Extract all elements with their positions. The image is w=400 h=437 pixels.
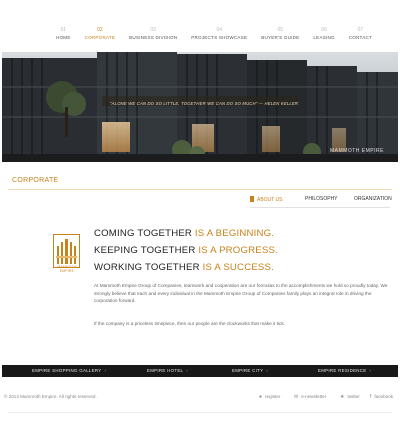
nav-number: 06 bbox=[321, 27, 327, 33]
footer-link-hotel[interactable]: EMPIRE HOTEL › bbox=[147, 368, 188, 373]
headline-main: WORKING TOGETHER bbox=[94, 262, 200, 273]
nav-label: BUSINESS DIVISION bbox=[129, 35, 178, 40]
bottom-divider bbox=[8, 412, 392, 413]
subnav-label: ORGANIZATION bbox=[354, 196, 392, 202]
register-label: register bbox=[265, 394, 281, 399]
nav-label: HOME bbox=[56, 35, 71, 40]
hero-building-image bbox=[2, 52, 398, 162]
logo-line-2: EMPIRE bbox=[59, 269, 75, 273]
nav-item-home[interactable]: 01 HOME bbox=[56, 27, 71, 42]
subnav-philosophy[interactable]: PHILOSOPHY bbox=[305, 196, 338, 202]
main-nav: 01 HOME 02 CORPORATE 03 BUSINESS DIVISIO… bbox=[0, 0, 400, 52]
nav-item-projects-showcase[interactable]: 04 PROJECTS SHOWCASE bbox=[191, 27, 247, 42]
nav-label: BUYER'S GUIDE bbox=[261, 35, 300, 40]
footer-link-city[interactable]: EMPIRE CITY › bbox=[232, 368, 268, 373]
footer-link-residence[interactable]: EMPIRE RESIDENCE › bbox=[318, 368, 371, 373]
chevron-right-icon: › bbox=[369, 368, 372, 373]
headline-3: WORKING TOGETHER IS A SUCCESS. bbox=[94, 262, 274, 273]
nav-label: PROJECTS SHOWCASE bbox=[191, 35, 248, 40]
headline-tail: IS A BEGINNING. bbox=[192, 228, 275, 239]
chevron-right-icon: › bbox=[266, 368, 269, 373]
nav-item-buyers-guide[interactable]: 05 BUYER'S GUIDE bbox=[261, 27, 299, 42]
register-link[interactable]: ● register bbox=[259, 394, 280, 400]
body-paragraph-2: If the company is a priceless timepiece,… bbox=[94, 321, 285, 326]
hero-quote: "ALONE WE CAN DO SO LITTLE, TOGETHER WE … bbox=[110, 101, 299, 106]
nav-item-corporate[interactable]: 02 CORPORATE bbox=[85, 27, 116, 42]
nav-number: 07 bbox=[357, 27, 364, 33]
nav-number: 01 bbox=[60, 27, 67, 33]
nav-label: LEASING bbox=[313, 35, 335, 40]
headline-2: KEEPING TOGETHER IS A PROGRESS. bbox=[94, 245, 278, 256]
subnav-label: ABOUT US bbox=[257, 197, 283, 203]
subnav-divider bbox=[250, 207, 390, 208]
facebook-icon: f bbox=[370, 394, 372, 400]
headline-main: KEEPING TOGETHER bbox=[94, 245, 196, 256]
nav-label: CORPORATE bbox=[84, 35, 116, 40]
footer-link-label: EMPIRE CITY bbox=[232, 368, 264, 373]
twitter-label: twitter bbox=[347, 394, 360, 399]
envelope-icon: ✉ bbox=[294, 394, 299, 400]
nav-number: 05 bbox=[277, 27, 284, 33]
hero-brand-mark: MAMMOTH EMPIRE bbox=[330, 148, 384, 154]
chevron-right-icon: › bbox=[186, 368, 189, 373]
subnav-label: PHILOSOPHY bbox=[305, 196, 338, 202]
nav-number: 02 bbox=[97, 27, 103, 33]
chevron-right-icon: › bbox=[104, 368, 107, 373]
nav-item-leasing[interactable]: 06 LEASING bbox=[313, 27, 334, 42]
footer-link-label: EMPIRE RESIDENCE bbox=[318, 368, 367, 373]
nav-number: 03 bbox=[150, 27, 156, 33]
user-icon: ● bbox=[259, 394, 263, 400]
footer-link-label: EMPIRE HOTEL bbox=[147, 368, 184, 373]
facebook-label: facebook bbox=[374, 394, 394, 399]
subnav-organization[interactable]: ORGANIZATION bbox=[354, 196, 392, 202]
headline-tail: IS A SUCCESS. bbox=[199, 262, 274, 273]
section-divider bbox=[8, 189, 392, 190]
twitter-link[interactable]: ★ twitter bbox=[340, 394, 360, 400]
page-title: CORPORATE bbox=[12, 177, 59, 184]
headline-tail: IS A PROGRESS. bbox=[195, 245, 278, 256]
copyright: © 2013 Mammoth Empire. All rights reserv… bbox=[4, 394, 97, 399]
nav-number: 04 bbox=[216, 27, 222, 33]
nav-item-business-division[interactable]: 03 BUSINESS DIVISION bbox=[129, 27, 177, 42]
body-paragraph-1: At Mammoth Empire Group of Companies, te… bbox=[94, 283, 388, 303]
footer-link-shopping-gallery[interactable]: EMPIRE SHOPPING GALLERY › bbox=[32, 368, 106, 373]
active-marker-icon bbox=[250, 196, 254, 202]
enewsletter-link[interactable]: ✉ e-newsletter bbox=[294, 394, 326, 400]
headline-main: COMING TOGETHER bbox=[94, 228, 193, 239]
footer-link-label: EMPIRE SHOPPING GALLERY bbox=[32, 368, 102, 373]
hero-banner: "ALONE WE CAN DO SO LITTLE, TOGETHER WE … bbox=[2, 52, 398, 162]
facebook-link[interactable]: f facebook bbox=[370, 394, 393, 400]
nav-label: CONTACT bbox=[348, 35, 373, 40]
footer-links-bar: EMPIRE SHOPPING GALLERY › EMPIRE HOTEL › E… bbox=[2, 365, 398, 377]
nav-list: 01 HOME 02 CORPORATE 03 BUSINESS DIVISIO… bbox=[56, 27, 386, 42]
logo-wordmark: MAMMOTH EMPIRE bbox=[50, 265, 84, 273]
nav-item-contact[interactable]: 07 CONTACT bbox=[349, 27, 372, 42]
subnav-about-us[interactable]: ABOUT US bbox=[250, 196, 282, 203]
headline-1: COMING TOGETHER IS A BEGINNING. bbox=[94, 228, 274, 239]
twitter-icon: ★ bbox=[340, 394, 345, 400]
enewsletter-label: e-newsletter bbox=[301, 394, 327, 399]
